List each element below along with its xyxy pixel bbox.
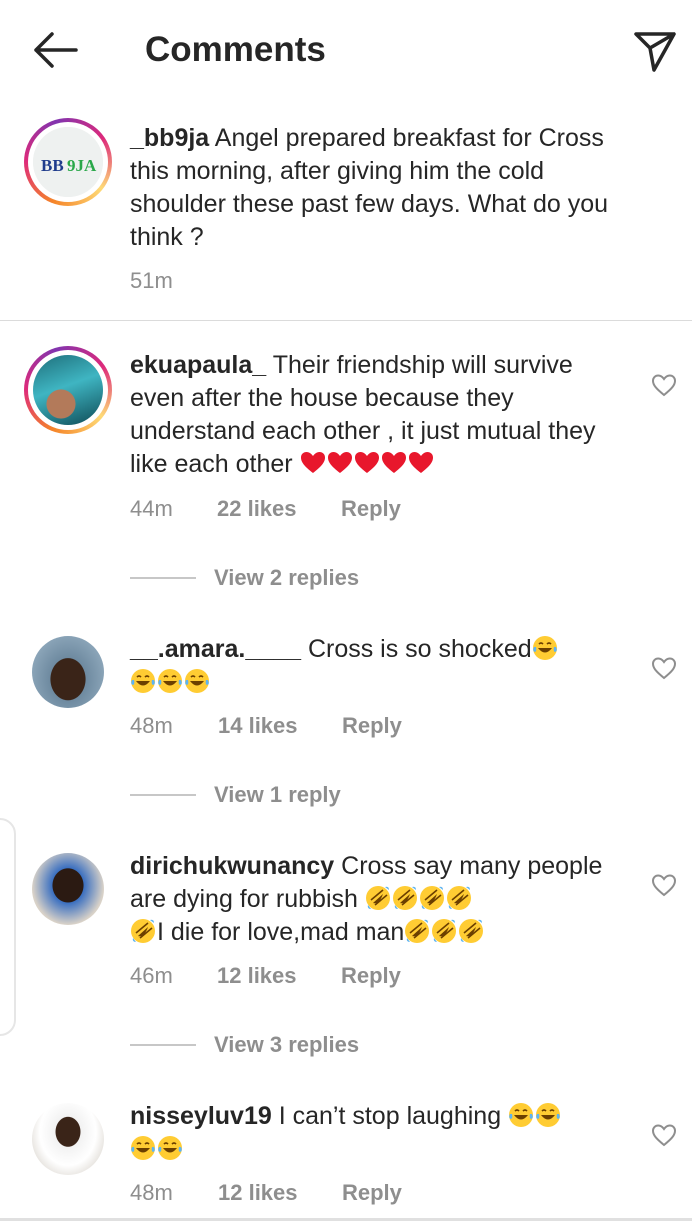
comment-text: I can’t stop laughing bbox=[278, 1102, 502, 1130]
avatar[interactable] bbox=[32, 853, 104, 925]
replies-line bbox=[130, 1044, 196, 1046]
divider bbox=[0, 320, 692, 321]
back-button[interactable] bbox=[28, 28, 82, 72]
view-replies-label: View 3 replies bbox=[214, 1032, 360, 1057]
red-heart-emoji bbox=[300, 452, 325, 473]
view-replies-button[interactable]: View 3 replies bbox=[130, 1030, 450, 1060]
avatar[interactable] bbox=[24, 346, 112, 434]
red-heart-emoji bbox=[408, 452, 433, 473]
rolling-laughing-emoji bbox=[459, 919, 484, 943]
svg-text:BB: BB bbox=[41, 156, 64, 175]
likes-count[interactable]: 12 likes bbox=[218, 1179, 342, 1207]
rolling-laughing-emoji bbox=[365, 886, 390, 910]
share-button[interactable] bbox=[628, 26, 682, 76]
avatar-photo bbox=[33, 355, 103, 425]
comment-time: 46m bbox=[130, 963, 173, 988]
comments-screen: Comments BB 9JA _bb9ja Angel prepared br… bbox=[0, 0, 692, 1221]
tears-of-joy-emoji bbox=[536, 1103, 561, 1127]
red-heart-emoji bbox=[354, 452, 379, 473]
heart-emoji-group bbox=[300, 450, 435, 478]
rolling-laughing-emoji-group-2 bbox=[404, 918, 485, 946]
comment-username[interactable]: __.amara.____ bbox=[130, 635, 301, 663]
likes-count[interactable]: 14 likes bbox=[218, 712, 342, 740]
reply-button[interactable]: Reply bbox=[341, 962, 401, 990]
avatar-photo bbox=[32, 1103, 104, 1175]
rolling-laughing-emoji bbox=[432, 919, 457, 943]
rolling-laughing-emoji bbox=[131, 919, 155, 943]
comment-time: 48m bbox=[130, 1180, 173, 1205]
view-replies-button[interactable]: View 2 replies bbox=[130, 563, 450, 593]
avatar-photo bbox=[32, 853, 104, 925]
red-heart-emoji bbox=[327, 452, 352, 473]
replies-line bbox=[130, 794, 196, 796]
avatar[interactable]: BB 9JA bbox=[24, 118, 112, 206]
tears-of-joy-emoji bbox=[509, 1103, 534, 1127]
bb9ja-logo: BB 9JA bbox=[33, 127, 103, 197]
comment-username[interactable]: dirichukwunancy bbox=[130, 852, 334, 880]
page-title: Comments bbox=[145, 30, 326, 69]
rolling-laughing-emoji bbox=[392, 886, 417, 910]
view-replies-label: View 1 reply bbox=[214, 782, 341, 807]
tears-of-joy-emoji bbox=[131, 1136, 155, 1160]
caption-username[interactable]: _bb9ja bbox=[130, 124, 209, 152]
tears-of-joy-emoji bbox=[532, 636, 557, 660]
reply-button[interactable]: Reply bbox=[342, 1179, 402, 1207]
caption-time: 51m bbox=[130, 268, 173, 293]
svg-text:9JA: 9JA bbox=[67, 156, 97, 175]
back-arrow-icon bbox=[34, 32, 78, 68]
red-heart-emoji bbox=[381, 452, 406, 473]
tears-of-joy-emoji bbox=[158, 669, 182, 693]
comment-text-continued: I die for love,mad man bbox=[157, 918, 405, 946]
rolling-laughing-emoji bbox=[419, 886, 444, 910]
header-bar: Comments bbox=[0, 0, 692, 100]
replies-line bbox=[130, 577, 196, 579]
send-icon bbox=[634, 32, 676, 72]
rolling-laughing-emoji bbox=[446, 886, 471, 910]
likes-count[interactable]: 12 likes bbox=[217, 962, 341, 990]
avatar[interactable] bbox=[32, 636, 104, 708]
like-heart-icon[interactable] bbox=[651, 1123, 677, 1147]
reply-button[interactable]: Reply bbox=[342, 712, 402, 740]
comment-text: Cross is so shocked bbox=[307, 635, 532, 663]
avatar-photo bbox=[32, 636, 104, 708]
tears-of-joy-emoji bbox=[131, 669, 155, 693]
side-panel-edge bbox=[0, 818, 16, 1036]
like-heart-icon[interactable] bbox=[651, 656, 677, 680]
comment-username[interactable]: nisseyluv19 bbox=[130, 1102, 272, 1130]
tears-of-joy-emoji bbox=[158, 1136, 182, 1160]
tears-of-joy-emoji bbox=[185, 669, 209, 693]
avatar[interactable] bbox=[32, 1103, 104, 1175]
like-heart-icon[interactable] bbox=[651, 373, 677, 397]
comment-username[interactable]: ekuapaula_ bbox=[130, 351, 266, 379]
reply-button[interactable]: Reply bbox=[341, 495, 401, 523]
view-replies-button[interactable]: View 1 reply bbox=[130, 780, 450, 810]
comment-time: 44m bbox=[130, 496, 173, 521]
like-heart-icon[interactable] bbox=[651, 873, 677, 897]
likes-count[interactable]: 22 likes bbox=[217, 495, 341, 523]
comment-time: 48m bbox=[130, 713, 173, 738]
rolling-laughing-emoji bbox=[405, 919, 430, 943]
view-replies-label: View 2 replies bbox=[214, 565, 360, 590]
